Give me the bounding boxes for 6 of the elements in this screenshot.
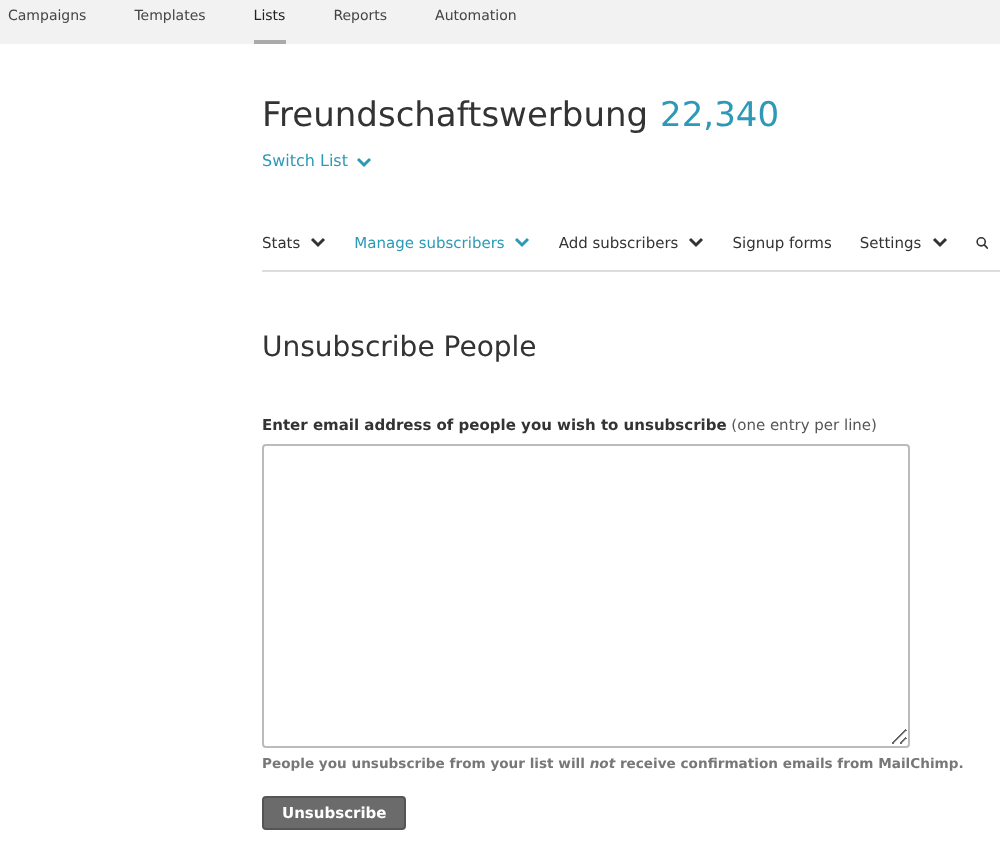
page-heading: Unsubscribe People (262, 332, 539, 364)
search-icon[interactable] (975, 231, 988, 253)
list-name: Freundschaftswerbung (262, 96, 649, 136)
email-input-field[interactable] (262, 444, 910, 748)
subscriber-count: 22,340 (660, 96, 780, 136)
caret-icon (355, 155, 372, 167)
